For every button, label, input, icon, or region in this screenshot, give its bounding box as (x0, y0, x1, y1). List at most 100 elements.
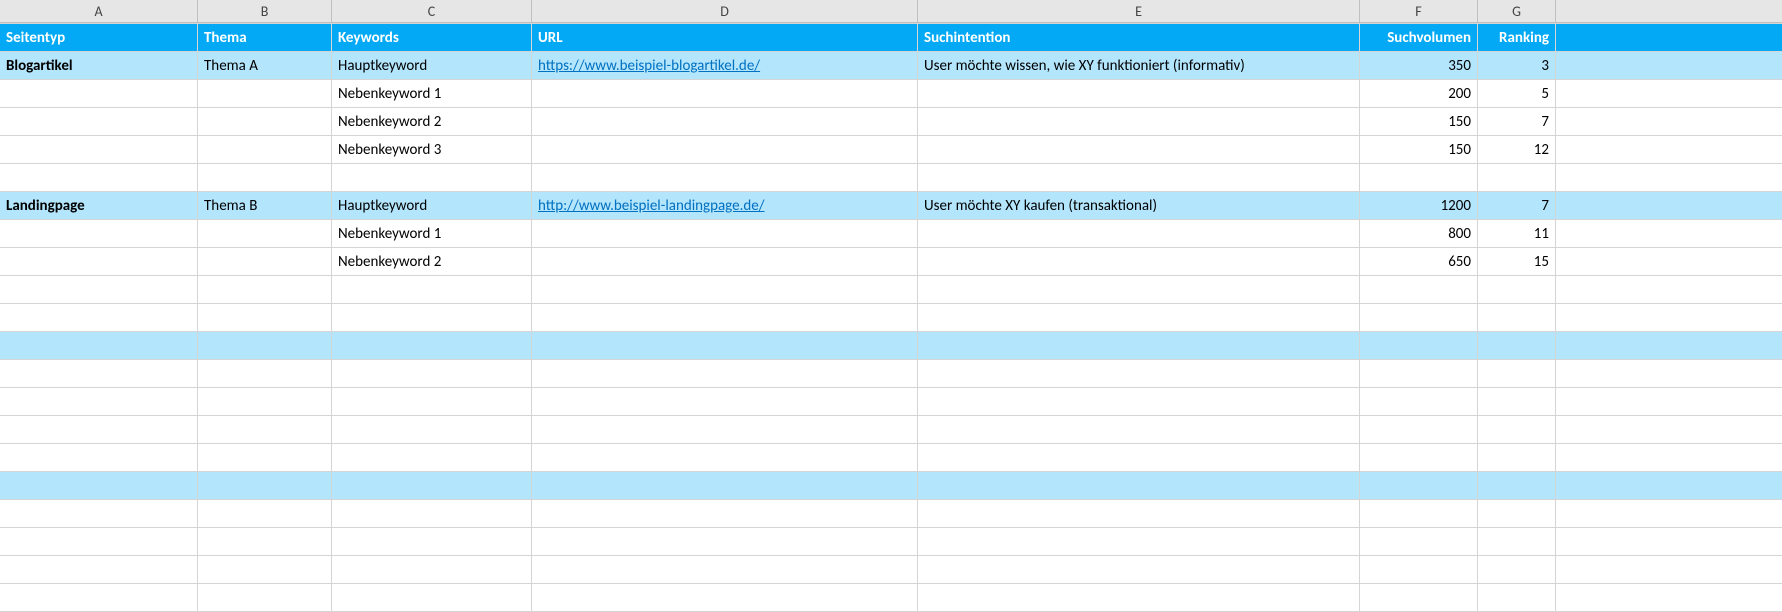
cell-url[interactable]: https://www.beispiel-blogartikel.de/ (532, 52, 918, 79)
cell-seitentyp[interactable] (0, 416, 198, 443)
cell-thema[interactable] (198, 388, 332, 415)
cell-intent[interactable] (918, 80, 1360, 107)
cell-seitentyp[interactable]: Landingpage (0, 192, 198, 219)
cell-seitentyp[interactable] (0, 472, 198, 499)
cell-thema[interactable] (198, 472, 332, 499)
cell-ranking[interactable] (1478, 500, 1556, 527)
cell-seitentyp[interactable] (0, 556, 198, 583)
cell-seitentyp[interactable] (0, 584, 198, 611)
cell-volume[interactable]: 650 (1360, 248, 1478, 275)
cell-thema[interactable] (198, 304, 332, 331)
cell-intent[interactable] (918, 528, 1360, 555)
cell-intent[interactable] (918, 304, 1360, 331)
cell-intent[interactable] (918, 500, 1360, 527)
cell-keyword[interactable] (332, 164, 532, 191)
cell-seitentyp[interactable] (0, 80, 198, 107)
cell-ranking[interactable]: 5 (1478, 80, 1556, 107)
col-header-E[interactable]: E (918, 0, 1360, 23)
cell-thema[interactable] (198, 136, 332, 163)
cell-thema[interactable] (198, 416, 332, 443)
cell-url[interactable] (532, 360, 918, 387)
cell-intent[interactable] (918, 388, 1360, 415)
cell-intent[interactable] (918, 584, 1360, 611)
cell-seitentyp[interactable] (0, 164, 198, 191)
cell-url[interactable] (532, 220, 918, 247)
cell-url[interactable] (532, 388, 918, 415)
cell-url[interactable] (532, 80, 918, 107)
cell-url[interactable] (532, 444, 918, 471)
cell-thema[interactable] (198, 444, 332, 471)
cell-intent[interactable] (918, 444, 1360, 471)
cell-seitentyp[interactable] (0, 500, 198, 527)
cell-url[interactable] (532, 136, 918, 163)
cell-url[interactable] (532, 332, 918, 359)
cell-seitentyp[interactable] (0, 220, 198, 247)
cell-url[interactable]: http://www.beispiel-landingpage.de/ (532, 192, 918, 219)
cell-volume[interactable] (1360, 164, 1478, 191)
cell-intent[interactable] (918, 360, 1360, 387)
cell-volume[interactable]: 200 (1360, 80, 1478, 107)
cell-ranking[interactable] (1478, 416, 1556, 443)
cell-url[interactable] (532, 276, 918, 303)
cell-intent[interactable]: User möchte wissen, wie XY funktioniert … (918, 52, 1360, 79)
cell-seitentyp[interactable] (0, 444, 198, 471)
cell-ranking[interactable]: 7 (1478, 192, 1556, 219)
cell-ranking[interactable]: 11 (1478, 220, 1556, 247)
cell-ranking[interactable] (1478, 556, 1556, 583)
cell-keyword[interactable] (332, 500, 532, 527)
cell-keyword[interactable] (332, 332, 532, 359)
cell-thema[interactable] (198, 584, 332, 611)
cell-volume[interactable] (1360, 332, 1478, 359)
cell-seitentyp[interactable] (0, 248, 198, 275)
cell-seitentyp[interactable] (0, 360, 198, 387)
cell-volume[interactable]: 150 (1360, 108, 1478, 135)
cell-keyword[interactable]: Nebenkeyword 2 (332, 108, 532, 135)
cell-intent[interactable] (918, 248, 1360, 275)
cell-intent[interactable] (918, 220, 1360, 247)
cell-volume[interactable] (1360, 388, 1478, 415)
cell-thema[interactable] (198, 528, 332, 555)
cell-volume[interactable] (1360, 500, 1478, 527)
col-header-A[interactable]: A (0, 0, 198, 23)
cell-thema[interactable] (198, 360, 332, 387)
header-url[interactable]: URL (532, 24, 918, 51)
cell-keyword[interactable] (332, 416, 532, 443)
header-suchvolumen[interactable]: Suchvolumen (1360, 24, 1478, 51)
header-ranking[interactable]: Ranking (1478, 24, 1556, 51)
cell-thema[interactable] (198, 556, 332, 583)
cell-url[interactable] (532, 528, 918, 555)
cell-url[interactable] (532, 248, 918, 275)
cell-ranking[interactable] (1478, 444, 1556, 471)
cell-keyword[interactable]: Nebenkeyword 1 (332, 80, 532, 107)
cell-intent[interactable] (918, 332, 1360, 359)
header-seitentyp[interactable]: Seitentyp (0, 24, 198, 51)
cell-intent[interactable] (918, 108, 1360, 135)
cell-ranking[interactable] (1478, 584, 1556, 611)
cell-seitentyp[interactable] (0, 276, 198, 303)
cell-volume[interactable] (1360, 304, 1478, 331)
cell-volume[interactable] (1360, 584, 1478, 611)
cell-thema[interactable] (198, 500, 332, 527)
cell-keyword[interactable] (332, 584, 532, 611)
cell-keyword[interactable]: Hauptkeyword (332, 192, 532, 219)
cell-volume[interactable]: 800 (1360, 220, 1478, 247)
cell-intent[interactable] (918, 136, 1360, 163)
cell-seitentyp[interactable] (0, 528, 198, 555)
cell-thema[interactable] (198, 220, 332, 247)
header-keywords[interactable]: Keywords (332, 24, 532, 51)
cell-keyword[interactable] (332, 472, 532, 499)
cell-ranking[interactable] (1478, 164, 1556, 191)
url-link[interactable]: https://www.beispiel-blogartikel.de/ (538, 57, 760, 75)
cell-thema[interactable]: Thema B (198, 192, 332, 219)
cell-volume[interactable]: 1200 (1360, 192, 1478, 219)
cell-seitentyp[interactable] (0, 332, 198, 359)
cell-volume[interactable]: 350 (1360, 52, 1478, 79)
url-link[interactable]: http://www.beispiel-landingpage.de/ (538, 197, 765, 215)
cell-url[interactable] (532, 164, 918, 191)
cell-ranking[interactable] (1478, 388, 1556, 415)
cell-keyword[interactable] (332, 556, 532, 583)
cell-intent[interactable]: User möchte XY kaufen (transaktional) (918, 192, 1360, 219)
cell-ranking[interactable]: 12 (1478, 136, 1556, 163)
cell-url[interactable] (532, 416, 918, 443)
cell-keyword[interactable]: Hauptkeyword (332, 52, 532, 79)
